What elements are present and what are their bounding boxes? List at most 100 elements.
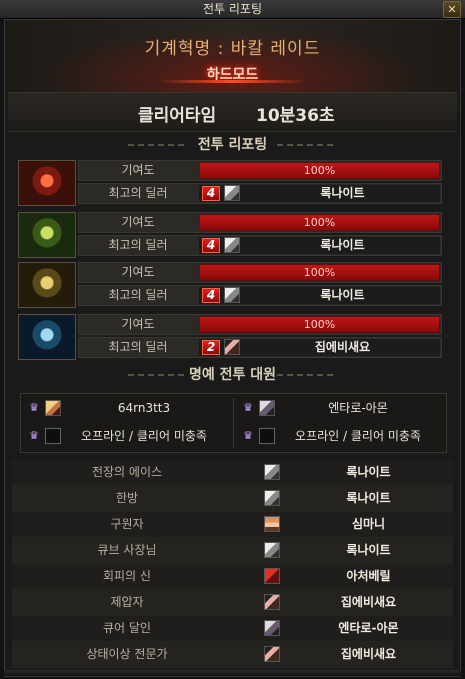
- best-dealer-label: 최고의 딜러: [108, 340, 168, 354]
- dealer-rank-badge: 4: [202, 288, 220, 303]
- character-avatar-icon: [224, 339, 240, 355]
- award-winner-name[interactable]: 심마니: [284, 512, 453, 537]
- report-section-label: 전투 리포팅: [197, 137, 268, 153]
- contribution-bar: 100%: [199, 162, 440, 179]
- award-winner-name[interactable]: 록나이트: [284, 486, 453, 511]
- award-row: 큐어 달인 엔타로-아몬: [12, 616, 453, 642]
- contribution-percent: 100%: [303, 216, 336, 229]
- party-slot: ♛ 오프라인 / 클리어 미충족: [21, 424, 227, 448]
- best-dealer: 4 록나이트: [199, 287, 440, 304]
- award-title: 상태이상 전문가: [86, 647, 168, 661]
- best-dealer-row: 최고의 딜러 4 록나이트: [78, 183, 442, 204]
- raid-header: 기계혁명 : 바칼 레이드 하드모드: [8, 20, 457, 92]
- award-row: 큐브 사장님 록나이트: [12, 538, 453, 564]
- contribution-label: 기여도: [121, 215, 155, 229]
- red-flame-helm-emblem-icon: [18, 160, 76, 206]
- divider-ornament: [128, 144, 188, 146]
- best-dealer-label: 최고의 딜러: [108, 288, 168, 302]
- award-winner-name[interactable]: 엔타로-아몬: [284, 616, 453, 641]
- character-avatar-icon: [264, 516, 280, 532]
- award-title: 전장의 에이스: [91, 465, 163, 479]
- award-row: 구원자 심마니: [12, 512, 453, 538]
- contribution-row: 기여도 100%: [78, 160, 442, 181]
- window-bottom-edge: [4, 670, 461, 676]
- character-avatar-icon: [224, 185, 240, 201]
- gold-helm-emblem-icon: [18, 262, 76, 308]
- award-winner-name[interactable]: 아처베릴: [284, 564, 453, 589]
- best-dealer-row: 최고의 딜러 4 록나이트: [78, 235, 442, 256]
- dealer-name[interactable]: 록나이트: [245, 185, 440, 202]
- character-avatar-icon: [259, 400, 275, 416]
- character-avatar-icon: [264, 490, 280, 506]
- award-title: 회피의 신: [103, 569, 151, 583]
- contribution-bar: 100%: [199, 264, 440, 281]
- party-slot: ♛ 64rn3tt3: [21, 396, 227, 420]
- dealer-name[interactable]: 집에비새요: [245, 339, 440, 356]
- dealer-name[interactable]: 록나이트: [245, 287, 440, 304]
- contribution-row: 기여도 100%: [78, 314, 442, 335]
- report-section-title: 전투 리포팅: [8, 134, 457, 156]
- contribution-row: 기여도 100%: [78, 262, 442, 283]
- awards-list: 전장의 에이스 록나이트 한방 록나이트 구원자 심마니 큐브 사장님 록나이트…: [12, 460, 453, 668]
- crown-icon: ♛: [29, 401, 39, 414]
- dealer-name[interactable]: 록나이트: [245, 237, 440, 254]
- party-slot: ♛ 오프라인 / 클리어 미충족: [235, 424, 441, 448]
- contribution-percent: 100%: [303, 266, 336, 279]
- blue-helm-emblem-icon: [18, 314, 76, 360]
- award-row: 상태이상 전문가 집에비새요: [12, 642, 453, 668]
- honor-section-title: 명예 전투 대원: [8, 364, 457, 386]
- best-dealer-label: 최고의 딜러: [108, 186, 168, 200]
- best-dealer: 2 집에비새요: [199, 339, 440, 356]
- character-avatar-icon: [264, 646, 280, 662]
- empty-slot-box: [45, 428, 61, 444]
- character-avatar-icon: [264, 620, 280, 636]
- window-titlebar: 전투 리포팅 ✕: [0, 0, 465, 19]
- empty-slot-box: [259, 428, 275, 444]
- window-title: 전투 리포팅: [202, 2, 262, 16]
- award-winner-name[interactable]: 록나이트: [284, 460, 453, 485]
- character-avatar-icon: [264, 568, 280, 584]
- party-member-name[interactable]: 오프라인 / 클리어 미충족: [65, 424, 223, 448]
- award-row: 한방 록나이트: [12, 486, 453, 512]
- combatant-row: 기여도 100% 최고의 딜러 4 록나이트: [18, 160, 442, 206]
- contribution-percent: 100%: [303, 164, 336, 177]
- party-divider: [233, 398, 234, 448]
- combatant-row: 기여도 100% 최고의 딜러 4 록나이트: [18, 212, 442, 258]
- best-dealer: 4 록나이트: [199, 185, 440, 202]
- contribution-percent: 100%: [303, 318, 336, 331]
- dealer-rank-badge: 2: [202, 340, 220, 355]
- party-member-name[interactable]: 64rn3tt3: [65, 396, 223, 420]
- contribution-bar: 100%: [199, 214, 440, 231]
- party-member-name[interactable]: 엔타로-아몬: [279, 396, 437, 420]
- contribution-label: 기여도: [121, 317, 155, 331]
- contribution-row: 기여도 100%: [78, 212, 442, 233]
- award-winner-name[interactable]: 집에비새요: [284, 590, 453, 615]
- award-title: 한방: [115, 491, 139, 505]
- dealer-rank-badge: 4: [202, 186, 220, 201]
- close-icon[interactable]: ✕: [443, 1, 461, 18]
- contribution-bar: 100%: [199, 316, 440, 333]
- best-dealer-row: 최고의 딜러 4 록나이트: [78, 285, 442, 306]
- award-row: 제압자 집에비새요: [12, 590, 453, 616]
- character-avatar-icon: [45, 400, 61, 416]
- award-title: 구원자: [110, 517, 144, 531]
- clear-time-value: 10분36초: [256, 106, 335, 126]
- award-winner-name[interactable]: 록나이트: [284, 538, 453, 563]
- party-slot: ♛ 엔타로-아몬: [235, 396, 441, 420]
- award-title: 제압자: [110, 595, 144, 609]
- divider-ornament: [277, 144, 337, 146]
- award-winner-name[interactable]: 집에비새요: [284, 642, 453, 667]
- combatant-row: 기여도 100% 최고의 딜러 4 록나이트: [18, 262, 442, 308]
- honor-section-label: 명예 전투 대원: [188, 367, 277, 383]
- award-title: 큐어 달인: [103, 621, 151, 635]
- character-avatar-icon: [264, 542, 280, 558]
- best-dealer-row: 최고의 딜러 2 집에비새요: [78, 337, 442, 358]
- party-member-name[interactable]: 오프라인 / 클리어 미충족: [279, 424, 437, 448]
- raid-name: 기계혁명 : 바칼 레이드: [144, 39, 321, 59]
- character-avatar-icon: [264, 464, 280, 480]
- crown-icon: ♛: [243, 429, 253, 442]
- green-helm-emblem-icon: [18, 212, 76, 258]
- dealer-rank-badge: 4: [202, 238, 220, 253]
- contribution-label: 기여도: [121, 265, 155, 279]
- character-avatar-icon: [264, 594, 280, 610]
